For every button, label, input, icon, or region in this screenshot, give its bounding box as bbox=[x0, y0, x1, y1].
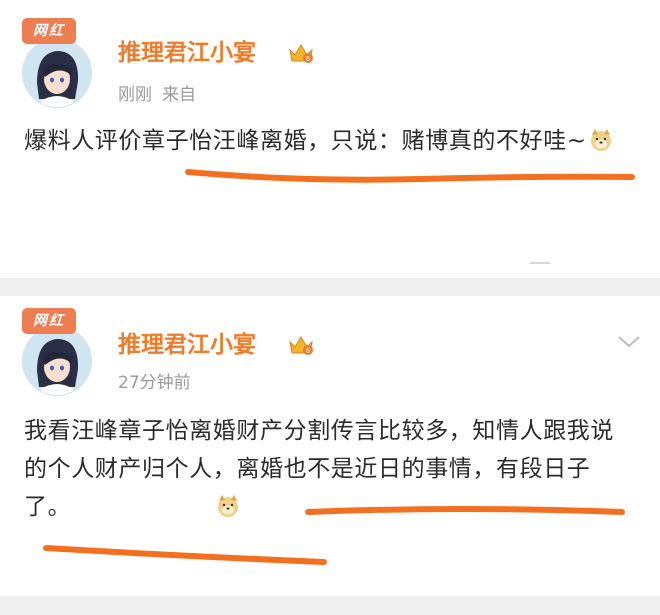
post-time: 27分钟前 bbox=[118, 373, 191, 393]
highlight-underline bbox=[305, 506, 625, 515]
action-bar-divider bbox=[530, 262, 550, 264]
crown-vip-icon[interactable]: 6 bbox=[288, 334, 314, 356]
internet-celebrity-badge: 网红 bbox=[22, 308, 76, 334]
avatar-image bbox=[23, 327, 91, 395]
avatar-image bbox=[23, 39, 91, 107]
avatar[interactable] bbox=[22, 38, 92, 108]
doge-emoji-icon bbox=[218, 495, 238, 517]
post-meta: 刚刚 来自 bbox=[118, 84, 206, 106]
crown-vip-icon[interactable]: 6 bbox=[288, 42, 314, 64]
post-meta: 27分钟前 bbox=[118, 372, 211, 394]
highlight-underline bbox=[185, 169, 635, 183]
feed-gap bbox=[0, 278, 660, 296]
chevron-down-icon[interactable] bbox=[616, 334, 642, 350]
svg-text:6: 6 bbox=[306, 56, 310, 63]
avatar[interactable] bbox=[22, 326, 92, 396]
svg-text:6: 6 bbox=[306, 348, 310, 355]
highlight-underline bbox=[43, 545, 327, 565]
feed-gap bbox=[0, 596, 660, 615]
post-time: 刚刚 bbox=[118, 85, 152, 105]
internet-celebrity-badge: 网红 bbox=[22, 18, 76, 44]
post-text: 爆料人评价章子怡汪峰离婚，只说：赌博真的不好哇~ bbox=[24, 122, 636, 160]
username[interactable]: 推理君江小宴 bbox=[118, 38, 256, 68]
post-body: 爆料人评价章子怡汪峰离婚，只说：赌博真的不好哇~ bbox=[24, 128, 587, 154]
username[interactable]: 推理君江小宴 bbox=[118, 330, 256, 360]
doge-emoji-icon bbox=[590, 129, 611, 151]
post-source: 来自 bbox=[162, 85, 196, 105]
